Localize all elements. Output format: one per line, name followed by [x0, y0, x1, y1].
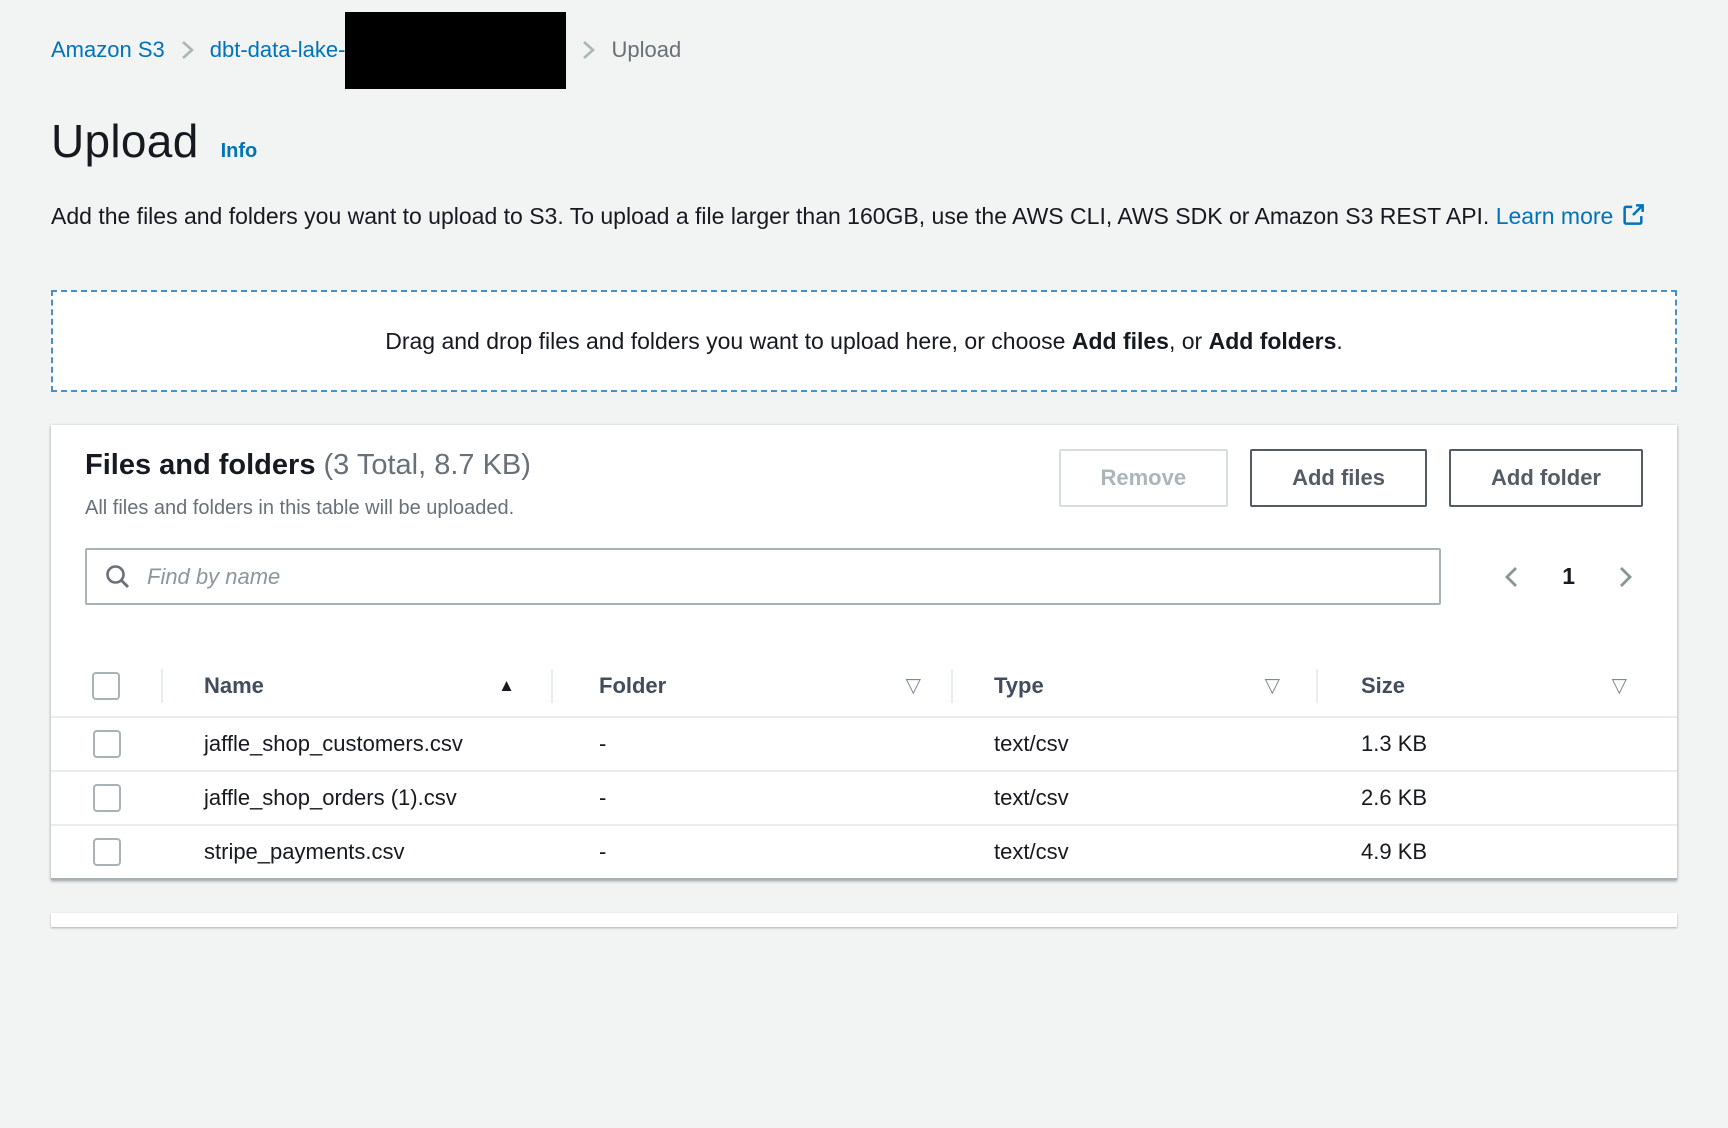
table-header-row: Name▲ Folder▽ Type▽ Size▽ [51, 655, 1677, 717]
add-files-button[interactable]: Add files [1250, 449, 1427, 507]
intro-text: Add the files and folders you want to up… [51, 203, 1496, 229]
column-header-name[interactable]: Name▲ [161, 655, 551, 717]
row-checkbox[interactable] [93, 838, 121, 866]
pagination: 1 [1502, 562, 1635, 591]
file-size: 2.6 KB [1316, 771, 1677, 825]
file-type: text/csv [951, 771, 1316, 825]
files-and-folders-panel: Files and folders (3 Total, 8.7 KB) All … [51, 425, 1677, 880]
pagination-next-icon[interactable] [1617, 564, 1635, 590]
files-table: Name▲ Folder▽ Type▽ Size▽ jaffle_s [51, 655, 1677, 878]
column-header-size[interactable]: Size▽ [1316, 655, 1677, 717]
dropzone-add-folders-label: Add folders [1209, 328, 1337, 354]
panel-count: (3 Total, 8.7 KB) [315, 449, 530, 481]
info-link[interactable]: Info [221, 140, 258, 163]
page-content: Amazon S3 dbt-data-lake- Upload Upload I… [0, 0, 1728, 927]
sort-toggle-icon[interactable]: ▽ [906, 673, 921, 698]
dropzone-text: Drag and drop files and folders you want… [385, 328, 1343, 355]
learn-more-link[interactable]: Learn more [1496, 203, 1614, 229]
page-title: Upload [51, 114, 199, 168]
sort-ascending-icon[interactable]: ▲ [498, 676, 515, 696]
search-input[interactable] [85, 548, 1441, 605]
breadcrumb-link-amazon-s3[interactable]: Amazon S3 [51, 37, 165, 63]
panel-header: Files and folders (3 Total, 8.7 KB) All … [51, 449, 1677, 520]
page-title-row: Upload Info [51, 114, 1677, 168]
sort-toggle-icon[interactable]: ▽ [1612, 673, 1627, 698]
row-checkbox[interactable] [93, 730, 121, 758]
intro-paragraph: Add the files and folders you want to up… [51, 196, 1677, 240]
file-folder: - [551, 771, 951, 825]
file-type: text/csv [951, 825, 1316, 878]
panel-heading-block: Files and folders (3 Total, 8.7 KB) All … [85, 449, 531, 520]
panel-actions: Remove Add files Add folder [1059, 449, 1644, 507]
column-header-type[interactable]: Type▽ [951, 655, 1316, 717]
breadcrumb: Amazon S3 dbt-data-lake- Upload [51, 0, 1677, 82]
file-folder: - [551, 717, 951, 771]
redacted-bucket-name [345, 12, 566, 89]
next-panel-edge [51, 913, 1677, 927]
table-row: stripe_payments.csv - text/csv 4.9 KB [51, 825, 1677, 878]
breadcrumb-bucket-label[interactable]: dbt-data-lake- [210, 37, 346, 63]
chevron-right-icon [581, 38, 596, 62]
file-size: 4.9 KB [1316, 825, 1677, 878]
file-name: jaffle_shop_customers.csv [204, 724, 496, 764]
remove-button[interactable]: Remove [1059, 449, 1229, 507]
add-folder-button[interactable]: Add folder [1449, 449, 1643, 507]
breadcrumb-current-upload: Upload [611, 37, 681, 63]
pagination-page-1[interactable]: 1 [1556, 562, 1581, 591]
dropzone-add-files-label: Add files [1072, 328, 1169, 354]
search-box [85, 548, 1441, 605]
panel-title: Files and folders (3 Total, 8.7 KB) [85, 449, 531, 482]
file-name: stripe_payments.csv [204, 832, 496, 872]
select-all-checkbox[interactable] [92, 672, 120, 700]
table-row: jaffle_shop_orders (1).csv - text/csv 2.… [51, 771, 1677, 825]
search-row: 1 [51, 548, 1677, 605]
sort-toggle-icon[interactable]: ▽ [1265, 673, 1280, 698]
drag-drop-zone[interactable]: Drag and drop files and folders you want… [51, 290, 1677, 392]
header-select-all-cell [51, 655, 161, 717]
file-name: jaffle_shop_orders (1).csv [204, 778, 496, 818]
breadcrumb-link-bucket[interactable]: dbt-data-lake- [210, 12, 567, 89]
table-row: jaffle_shop_customers.csv - text/csv 1.3… [51, 717, 1677, 771]
external-link-icon [1621, 199, 1646, 240]
chevron-right-icon [180, 38, 195, 62]
pagination-prev-icon[interactable] [1502, 564, 1520, 590]
panel-subtitle: All files and folders in this table will… [85, 497, 531, 520]
file-size: 1.3 KB [1316, 717, 1677, 771]
row-checkbox[interactable] [93, 784, 121, 812]
file-type: text/csv [951, 717, 1316, 771]
file-folder: - [551, 825, 951, 878]
column-header-folder[interactable]: Folder▽ [551, 655, 951, 717]
